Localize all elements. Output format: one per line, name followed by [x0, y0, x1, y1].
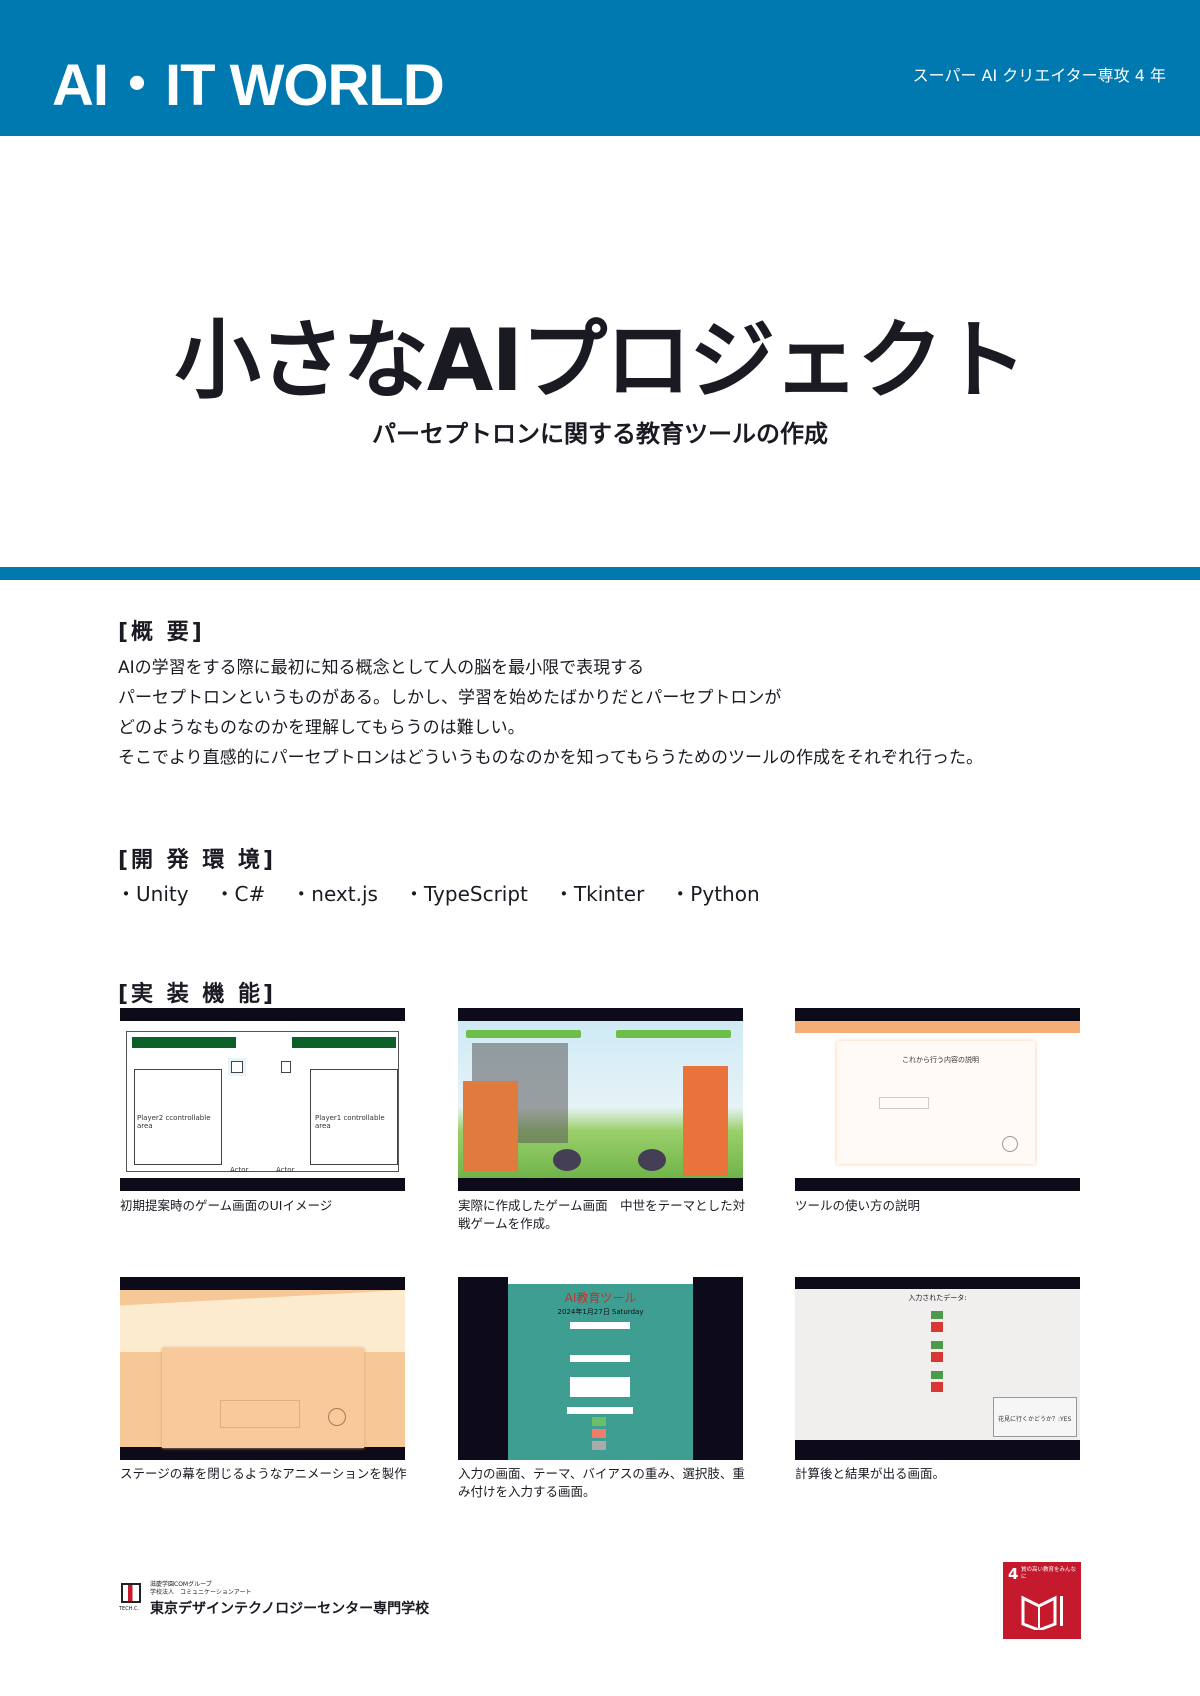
school-logo-text: TECH.C.: [119, 1606, 140, 1612]
env-item: ・C#: [214, 882, 266, 906]
env-item: ・next.js: [291, 882, 378, 906]
mock-label: これから行う内容の説明: [902, 1056, 979, 1064]
overview-line: AIの学習をする際に最初に知る概念として人の脳を最小限で表現する: [118, 658, 645, 678]
header-banner: AI・IT WORLD スーパー AI クリエイター専攻 4 年: [0, 0, 1200, 136]
screenshot-battle-game: [458, 1008, 743, 1191]
caption: 実際に作成したゲーム画面 中世をテーマとした対戦ゲームを作成。: [458, 1198, 746, 1231]
brand-title: AI・IT WORLD: [52, 53, 445, 118]
corp-name: 学校法人 コミュニケーションアート: [150, 1589, 252, 1596]
school-name: 東京デザインテクノロジーセンター専門学校: [150, 1601, 430, 1617]
caption: 初期提案時のゲーム画面のUIイメージ: [120, 1198, 333, 1213]
env-item: ・Tkinter: [553, 882, 645, 906]
sdg-number: 4: [1008, 1565, 1019, 1583]
screenshot-ui-mockup: Player2 ccontrollable area Player1 contr…: [120, 1008, 405, 1191]
environment-list: ・Unity ・C# ・next.js ・TypeScript ・Tkinter ・Pyt…: [116, 878, 786, 907]
caption: ツールの使い方の説明: [795, 1198, 921, 1213]
env-item: ・TypeScript: [403, 882, 528, 906]
environment-heading: [開 発 環 境]: [118, 848, 277, 873]
mock-label: Player2 ccontrollable area: [137, 1114, 211, 1130]
overview-line: どのようなものなのかを理解してもらうのは難しい。: [118, 718, 525, 738]
department-label: スーパー AI クリエイター専攻 4 年: [912, 66, 1166, 85]
sdg-label: 質の高い教育をみんなに: [1021, 1567, 1077, 1580]
mock-label: Actor: [230, 1166, 249, 1174]
mock-label: 2024年1月27日 Saturday: [557, 1308, 644, 1316]
screenshot-result-screen: 入力されたデータ: 花見に行くかどうか？:YES: [795, 1277, 1080, 1460]
mock-label: AI教育ツール: [564, 1291, 637, 1305]
page-subtitle: パーセプトロンに関する教育ツールの作成: [372, 420, 828, 448]
overview-text: AIの学習をする際に最初に知る概念として人の脳を最小限で表現する パーセプトロン…: [118, 653, 983, 773]
mock-label: 入力されたデータ:: [908, 1294, 967, 1302]
screenshot-curtain-animation: [120, 1277, 405, 1460]
school-group: 滋慶学園COMグループ 学校法人 コミュニケーションアート: [150, 1581, 252, 1597]
screenshot-input-screen: AI教育ツール 2024年1月27日 Saturday: [458, 1277, 743, 1460]
page-title: 小さなAIプロジェクト: [174, 311, 1028, 411]
overview-line: そこでより直感的にパーセプトロンはどういうものなのかを知ってもらうためのツールの…: [118, 748, 983, 768]
env-item: ・Python: [670, 882, 760, 906]
caption: ステージの幕を閉じるようなアニメーションを製作: [120, 1466, 407, 1481]
mock-label: 花見に行くかどうか？:YES: [998, 1416, 1072, 1423]
env-item: ・Unity: [116, 882, 189, 906]
features-heading: [実 装 機 能]: [118, 982, 277, 1007]
screenshot-tool-tutorial: これから行う内容の説明: [795, 1008, 1080, 1191]
sdg-badge: 4 質の高い教育をみんなに: [1003, 1562, 1081, 1639]
caption: 入力の画面、テーマ、バイアスの重み、選択肢、重み付けを入力する画面。: [458, 1466, 745, 1499]
mock-label: Actor: [276, 1166, 295, 1174]
divider-band: [0, 567, 1200, 580]
overview-line: パーセプトロンというものがある。しかし、学習を始めたばかりだとパーセプトロンが: [118, 688, 782, 708]
school-logo: [121, 1583, 141, 1603]
group-name: 滋慶学園COMグループ: [150, 1581, 212, 1588]
book-pencil-icon: [1021, 1595, 1063, 1630]
overview-heading: [概 要]: [118, 620, 205, 645]
mock-label: Player1 controllable area: [315, 1114, 385, 1130]
caption: 計算後と結果が出る画面。: [795, 1466, 946, 1481]
